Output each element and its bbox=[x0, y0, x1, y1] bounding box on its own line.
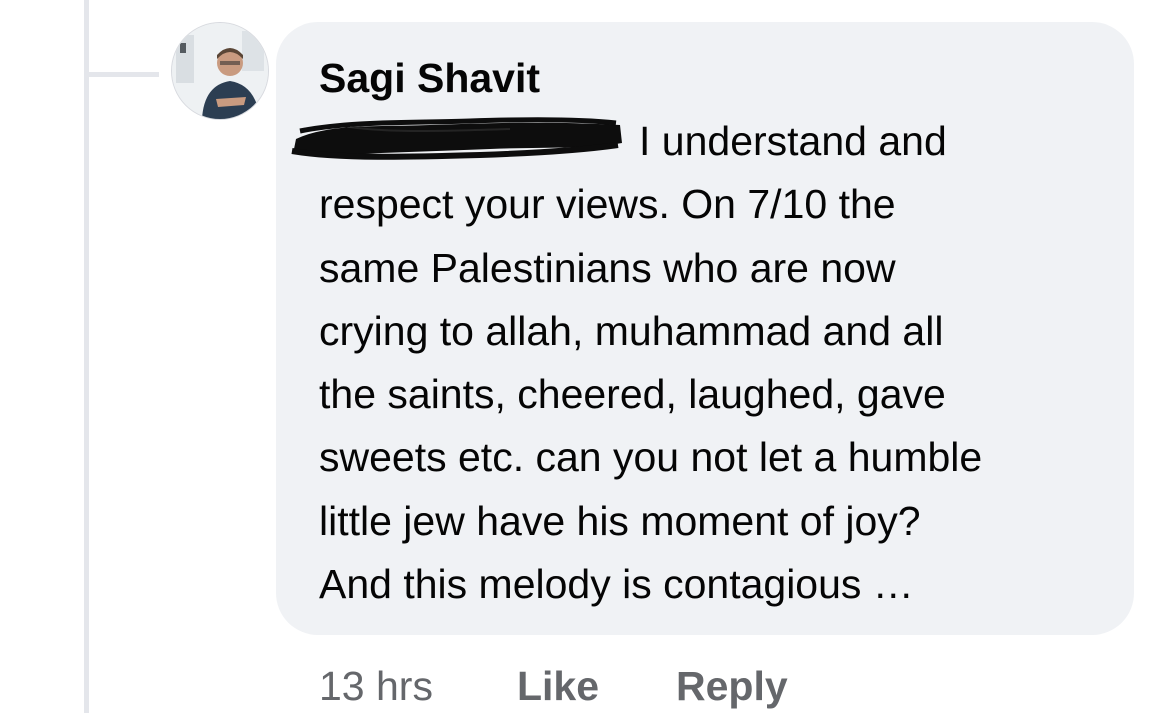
comment-text-line: respect your views. On 7/10 the bbox=[319, 181, 896, 228]
comment-author[interactable]: Sagi Shavit bbox=[319, 52, 540, 104]
comment-text-line: I understand and bbox=[639, 118, 947, 164]
avatar-photo-icon bbox=[172, 23, 268, 119]
thread-line bbox=[84, 0, 89, 713]
comment-actions: 13 hrs Like Reply bbox=[0, 660, 1170, 713]
like-button[interactable]: Like bbox=[517, 660, 599, 713]
thread-branch-line bbox=[89, 72, 159, 77]
reply-button[interactable]: Reply bbox=[676, 660, 788, 713]
comment-text-line: crying to allah, muhammad and all bbox=[319, 307, 944, 354]
comment-text-line: the saints, cheered, laughed, gave bbox=[319, 371, 946, 418]
comment-text-line: same Palestinians who are now bbox=[319, 244, 896, 291]
comment-text: I understand and respect your views. On … bbox=[319, 110, 1119, 616]
comment-timestamp[interactable]: 13 hrs bbox=[319, 660, 433, 713]
comment-text-line: And this melody is contagious … bbox=[319, 561, 914, 608]
comment-text-line: sweets etc. can you not let a humble bbox=[319, 434, 983, 481]
avatar[interactable] bbox=[171, 22, 269, 120]
comment-text-line: little jew have his moment of joy? bbox=[319, 497, 921, 544]
